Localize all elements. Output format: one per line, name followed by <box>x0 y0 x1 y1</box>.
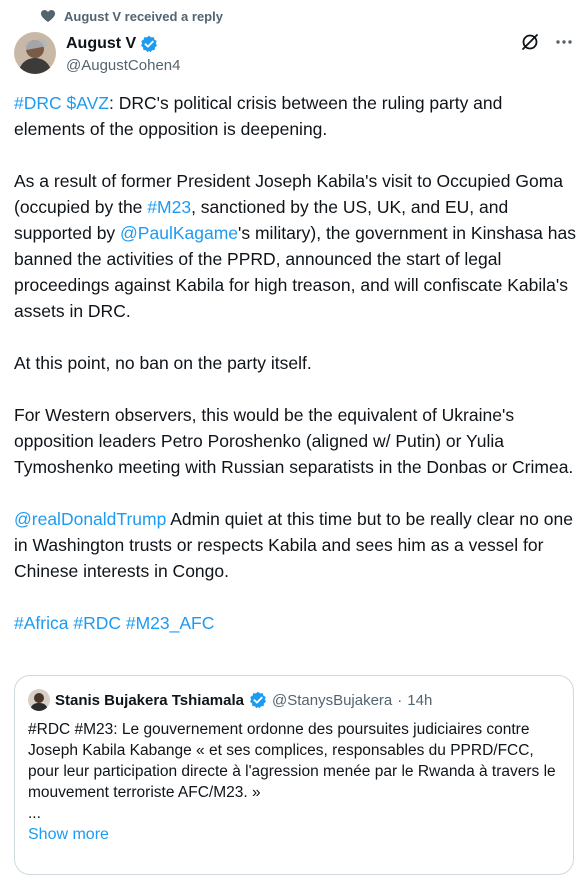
hashtag-link[interactable]: #RDC <box>73 613 121 633</box>
cashtag-link[interactable]: $AVZ <box>67 93 109 113</box>
tweet-paragraph: At this point, no ban on the party itsel… <box>14 353 312 373</box>
heart-check-icon <box>40 8 56 24</box>
tweet-paragraph: @realDonaldTrump Admin quiet at this tim… <box>14 506 578 584</box>
verified-badge-icon <box>140 35 158 53</box>
tweet-paragraph: #Africa #RDC #M23_AFC <box>14 610 578 636</box>
tweet-text: #DRC $AVZ: DRC's political crisis betwee… <box>14 90 578 636</box>
quote-avatar[interactable] <box>28 689 50 711</box>
author-name[interactable]: August V <box>66 34 136 54</box>
quote-separator: · <box>397 691 403 709</box>
quote-text: #RDC #M23: Le gouvernement ordonne des p… <box>28 719 560 824</box>
avatar[interactable] <box>14 32 56 74</box>
quote-header: Stanis Bujakera Tshiamala @StanysBujaker… <box>28 689 560 711</box>
quote-author-handle[interactable]: @StanysBujakera <box>272 692 392 709</box>
social-context[interactable]: August V received a reply <box>40 8 223 24</box>
author-handle[interactable]: @AugustCohen4 <box>66 56 180 76</box>
top-actions <box>520 32 574 52</box>
mention-link[interactable]: @PaulKagame <box>120 223 238 243</box>
quote-body: #RDC #M23: Le gouvernement ordonne des p… <box>28 721 556 801</box>
quote-timestamp[interactable]: 14h <box>407 692 432 709</box>
grok-icon[interactable] <box>520 32 540 52</box>
author-block: August V @AugustCohen4 <box>66 34 180 76</box>
quote-ellipsis: ... <box>28 805 41 822</box>
hashtag-link[interactable]: #Africa <box>14 613 68 633</box>
social-context-text: August V received a reply <box>64 8 223 24</box>
tweet-paragraph: #DRC $AVZ: DRC's political crisis betwee… <box>14 90 578 142</box>
show-more-link[interactable]: Show more <box>28 826 560 844</box>
more-icon[interactable] <box>554 32 574 52</box>
verified-badge-icon <box>249 691 267 709</box>
hashtag-link[interactable]: #M23_AFC <box>126 613 215 633</box>
mention-link[interactable]: @realDonaldTrump <box>14 509 166 529</box>
tweet-paragraph: As a result of former President Joseph K… <box>14 168 578 324</box>
quote-author-name[interactable]: Stanis Bujakera Tshiamala <box>55 692 244 709</box>
hashtag-link[interactable]: #DRC <box>14 93 62 113</box>
hashtag-link[interactable]: #M23 <box>147 197 191 217</box>
tweet-paragraph: For Western observers, this would be the… <box>14 405 574 477</box>
quoted-tweet[interactable]: Stanis Bujakera Tshiamala @StanysBujaker… <box>14 675 574 875</box>
